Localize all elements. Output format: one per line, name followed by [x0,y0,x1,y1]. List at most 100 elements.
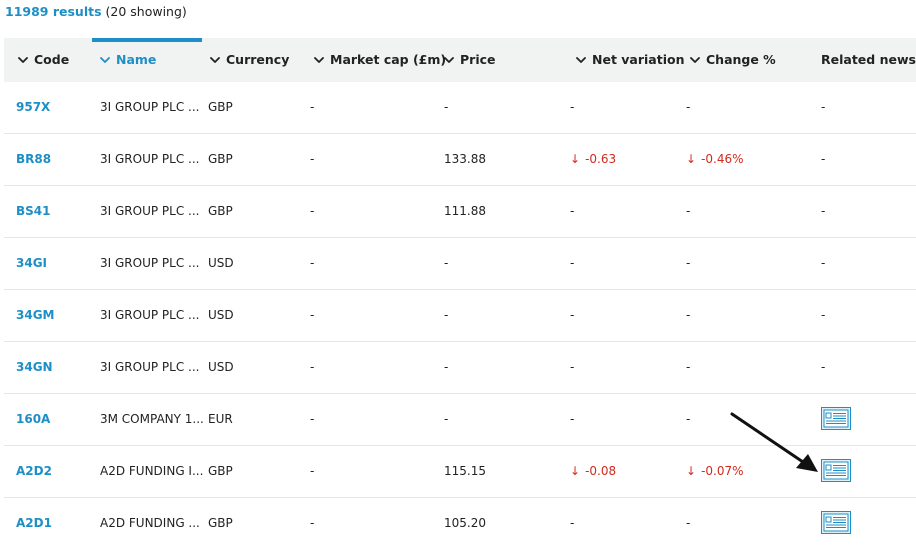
cell-name: 3I GROUP PLC ... [100,152,200,166]
column-header-price[interactable]: Price [444,38,496,82]
cell-price: 133.88 [444,152,486,166]
cell-name: 3I GROUP PLC ... [100,256,200,270]
instrument-code-link[interactable]: A2D1 [16,498,52,545]
column-header-net-variation[interactable]: Net variation [576,38,684,82]
instrument-code-link[interactable]: 34GN [16,342,53,393]
table-row[interactable]: A2D1 A2D FUNDING ... GBP - 105.20 - - [4,498,916,545]
cell-market-cap: - [310,256,315,270]
table-row[interactable]: 160A 3M COMPANY 1... EUR - - - - [4,394,916,446]
table-row[interactable]: BS41 3I GROUP PLC ... GBP - 111.88 - - - [4,186,916,238]
cell-currency: GBP [208,152,233,166]
table-row[interactable]: 34GM 3I GROUP PLC ... USD - - - - - [4,290,916,342]
down-arrow-icon: ↓ [570,152,581,166]
instrument-code-link[interactable]: 957X [16,82,50,133]
cell-market-cap: - [310,308,315,322]
cell-market-cap: - [310,516,315,530]
column-header-label: Price [460,52,496,67]
cell-net-variation: - [570,100,575,114]
table-header: Code Name Currency Market cap (£m) Price Net … [4,38,916,82]
instrument-code-link[interactable]: A2D2 [16,446,52,497]
cell-currency: USD [208,308,234,322]
column-header-label: Market cap (£m) [330,52,447,67]
instrument-code-link[interactable]: BR88 [16,134,51,185]
cell-market-cap: - [310,100,315,114]
cell-net-variation: - [570,516,575,530]
column-header-related-news: Related news [821,38,916,82]
cell-change-pct: - [686,308,691,322]
cell-related-news: - [821,204,826,218]
cell-price: - [444,412,449,426]
cell-currency: GBP [208,204,233,218]
chevron-down-icon [576,57,586,63]
chevron-down-icon [210,57,220,63]
column-header-code[interactable]: Code [18,38,69,82]
cell-change-pct: - [686,100,691,114]
table-row[interactable]: 34GN 3I GROUP PLC ... USD - - - - - [4,342,916,394]
column-header-name[interactable]: Name [92,38,202,82]
cell-market-cap: - [310,464,315,478]
cell-name: A2D FUNDING ... [100,516,200,530]
cell-related-news: - [821,360,826,374]
cell-related-news: - [821,100,826,114]
cell-value: -0.63 [585,152,617,166]
table-row[interactable]: 34GI 3I GROUP PLC ... USD - - - - - [4,238,916,290]
news-icon[interactable] [821,407,851,430]
cell-change-pct: - [686,412,691,426]
column-header-label: Currency [226,52,290,67]
table-row[interactable]: BR88 3I GROUP PLC ... GBP - 133.88 ↓ -0.63 ↓ -0.… [4,134,916,186]
cell-currency: GBP [208,100,233,114]
table-row[interactable]: A2D2 A2D FUNDING I... GBP - 115.15 ↓ -0.08 ↓ -0.… [4,446,916,498]
cell-related-news: - [821,256,826,270]
cell-price: - [444,256,449,270]
instrument-code-link[interactable]: 160A [16,394,50,445]
cell-net-variation: ↓ -0.63 [570,134,616,185]
cell-price: 105.20 [444,516,486,530]
cell-change-pct: - [686,256,691,270]
cell-related-news: - [821,308,826,322]
instrument-code-link[interactable]: 34GI [16,238,47,289]
column-header-market-cap[interactable]: Market cap (£m) [314,38,446,82]
cell-change-pct: - [686,204,691,218]
cell-currency: USD [208,360,234,374]
cell-market-cap: - [310,412,315,426]
cell-change-pct: ↓ -0.46% [686,134,744,185]
showing-count: (20 showing) [105,4,187,19]
cell-net-variation: - [570,204,575,218]
column-header-currency[interactable]: Currency [210,38,289,82]
chevron-down-icon [444,57,454,63]
instrument-code-link[interactable]: 34GM [16,290,55,341]
column-header-change-pct[interactable]: Change % [690,38,776,82]
down-arrow-icon: ↓ [686,152,697,166]
cell-change-pct: - [686,360,691,374]
column-header-label: Name [116,52,157,67]
cell-name: 3M COMPANY 1... [100,412,204,426]
news-icon[interactable] [821,459,851,482]
news-icon[interactable] [821,511,851,534]
cell-net-variation: - [570,360,575,374]
cell-price: - [444,308,449,322]
down-arrow-icon: ↓ [686,464,697,478]
instrument-code-link[interactable]: BS41 [16,186,51,237]
cell-price: 111.88 [444,204,486,218]
cell-name: 3I GROUP PLC ... [100,100,200,114]
results-page: 11989 results (20 showing) Code Name Curre… [0,0,916,545]
column-header-label: Net variation [592,52,685,67]
cell-currency: EUR [208,412,233,426]
cell-price: - [444,100,449,114]
table-row[interactable]: 957X 3I GROUP PLC ... GBP - - - - - [4,82,916,134]
cell-value: -0.46% [701,152,744,166]
column-header-label: Change % [706,52,776,67]
column-header-label: Related news [821,52,916,67]
cell-name: 3I GROUP PLC ... [100,204,200,218]
active-sort-indicator [92,38,202,42]
chevron-down-icon [100,57,110,63]
results-count: 11989 results [5,4,102,19]
cell-name: 3I GROUP PLC ... [100,308,200,322]
cell-net-variation: ↓ -0.08 [570,446,616,497]
cell-price: - [444,360,449,374]
down-arrow-icon: ↓ [570,464,581,478]
chevron-down-icon [690,57,700,63]
cell-market-cap: - [310,152,315,166]
cell-price: 115.15 [444,464,486,478]
cell-market-cap: - [310,204,315,218]
